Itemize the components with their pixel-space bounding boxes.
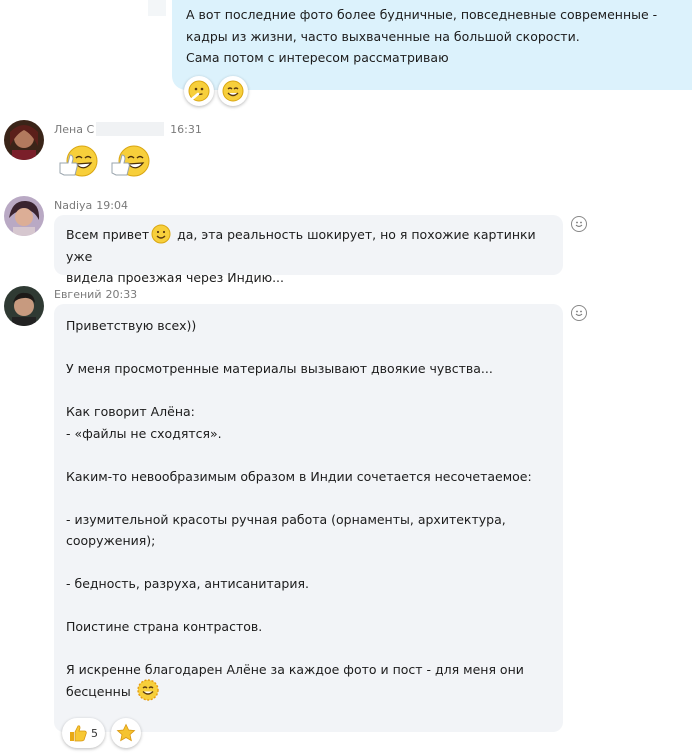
thumbs-up-icon	[70, 725, 87, 742]
message-meta: Nadiya 19:04	[54, 199, 128, 212]
message-meta: Евгений 20:33	[54, 288, 137, 301]
avatar-photo	[4, 120, 44, 160]
outgoing-message-bubble[interactable]: А вот последние фото более будничные, по…	[172, 0, 692, 90]
reaction-thinking[interactable]	[184, 76, 214, 106]
message-line	[66, 595, 551, 617]
message-line	[66, 337, 551, 359]
message-bubble[interactable]: Всем привет да, эта реальность шокирует,…	[54, 215, 563, 285]
smiling-face-icon	[222, 80, 244, 102]
reaction-count: 5	[91, 726, 98, 740]
outgoing-reactions	[184, 76, 248, 106]
message-time: 16:31	[170, 122, 202, 136]
message-time: 19:04	[96, 199, 128, 212]
thumbs-up-smiley-icon	[59, 145, 98, 177]
message-line: Приветствую всех))	[66, 318, 197, 333]
message-reactions: 5	[62, 718, 141, 748]
avatar[interactable]	[4, 286, 44, 326]
message-line	[66, 552, 551, 574]
redacted-name	[96, 122, 165, 136]
message-bubble[interactable]: Приветствую всех)) У меня просмотренные м…	[54, 304, 563, 732]
thumbs-up-smiley-icon	[111, 145, 150, 177]
message-line	[66, 487, 551, 509]
message-line: видела проезжая через Индию...	[66, 270, 285, 285]
smiley-outline-icon	[575, 221, 583, 228]
author-name: Nadiya	[54, 199, 93, 212]
reaction-smile[interactable]	[218, 76, 248, 106]
author-name: Евгений	[54, 288, 102, 301]
message-line: - изумительной красоты ручная работа (ор…	[66, 511, 506, 527]
avatar-photo	[4, 286, 44, 326]
message-body: Приветствую всех)) У меня просмотренные м…	[66, 315, 551, 681]
message-line: Всем привет да, эта реальность шокирует,…	[66, 224, 551, 267]
smile-emoji-icon	[151, 224, 171, 243]
message-line	[66, 638, 551, 660]
smiley-outline-icon	[575, 310, 583, 317]
corner-tab	[148, 0, 166, 16]
message-text: Всем привет	[66, 227, 150, 242]
reaction-thumbs-up[interactable]: 5	[62, 718, 105, 748]
reaction-star[interactable]	[111, 718, 141, 748]
message-text: бесценны	[66, 683, 131, 699]
outgoing-message-text: А вот последние фото более будничные, по…	[186, 7, 658, 65]
message-line: У меня просмотренные материалы вызывают …	[66, 361, 493, 376]
avatar-photo	[4, 196, 44, 236]
message-line	[66, 444, 551, 466]
message-meta: Лена С 16:31	[54, 122, 202, 136]
author-name: Лена С	[54, 122, 95, 136]
message-line	[66, 380, 551, 402]
message-line: - бедность, разруха, антисанитария.	[66, 576, 309, 591]
emoji-message	[58, 143, 152, 179]
message-line: Как говорит Алёна:	[66, 404, 195, 419]
message-time: 20:33	[105, 288, 138, 301]
message-line: сооружения);	[66, 533, 156, 548]
smiling-sun-emoji-icon	[136, 679, 159, 701]
add-reaction-button[interactable]	[571, 305, 587, 321]
avatar[interactable]	[4, 196, 44, 236]
message-line: Каким-то невообразимым образом в Индии с…	[66, 468, 532, 484]
message-line: - «файлы не сходятся».	[66, 425, 222, 441]
message-line: Поистине страна контрастов.	[66, 619, 263, 634]
avatar[interactable]	[4, 120, 44, 160]
add-reaction-button[interactable]	[571, 216, 587, 232]
star-icon	[116, 723, 136, 742]
thinking-face-icon	[188, 80, 210, 102]
message-line: бесценны	[66, 679, 551, 703]
message-line: Я искренне благодарен Алёне за каждое фо…	[66, 662, 524, 677]
